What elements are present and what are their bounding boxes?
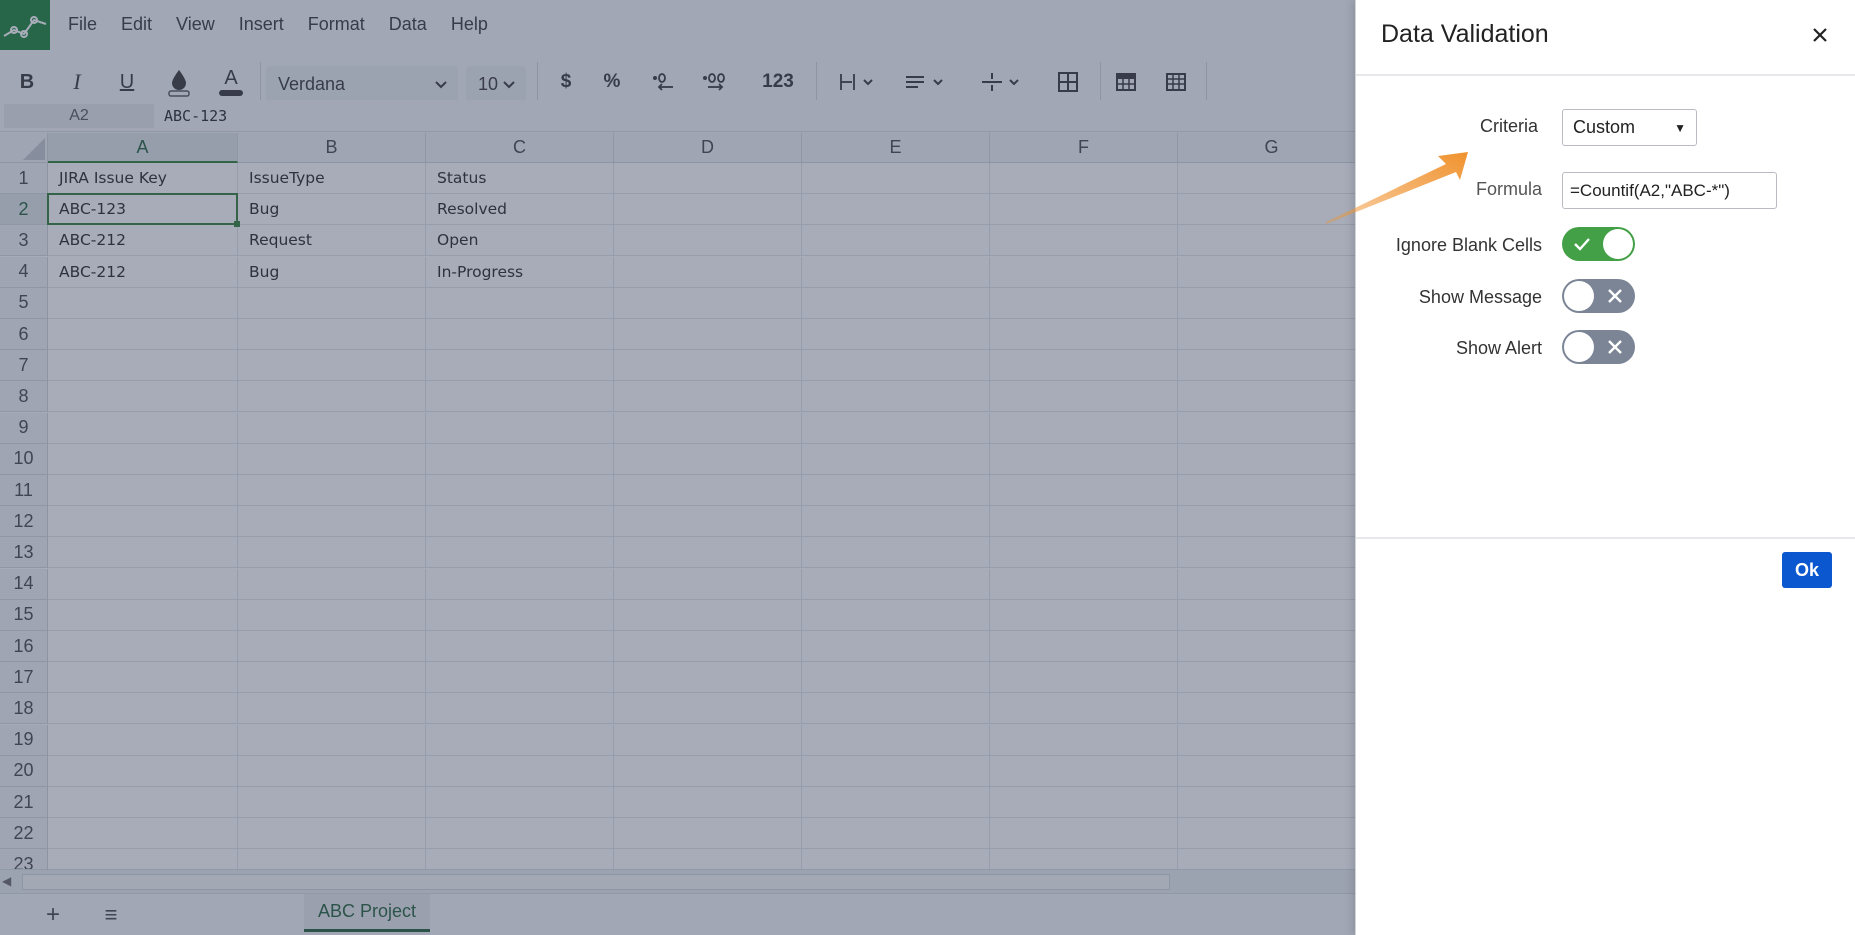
dialog-header-divider bbox=[1356, 74, 1855, 76]
close-icon[interactable] bbox=[1809, 24, 1831, 46]
formula-label: Formula bbox=[1475, 179, 1542, 199]
show-message-label: Show Message bbox=[1418, 287, 1542, 307]
toggle-knob bbox=[1564, 332, 1594, 362]
criteria-select[interactable]: Custom ▼ bbox=[1562, 109, 1697, 146]
dialog-footer-divider bbox=[1356, 537, 1855, 539]
criteria-value: Custom bbox=[1573, 117, 1636, 137]
show-alert-toggle[interactable] bbox=[1562, 330, 1635, 364]
check-icon bbox=[1574, 238, 1590, 251]
ignore-blank-label: Ignore Blank Cells bbox=[1395, 235, 1542, 255]
formula-field[interactable]: =Countif(A2,"ABC-*") bbox=[1562, 172, 1777, 209]
data-validation-dialog: Data Validation Criteria Custom ▼ Formul… bbox=[1355, 0, 1855, 935]
dropdown-arrow-icon: ▼ bbox=[1674, 121, 1686, 135]
dialog-title: Data Validation bbox=[1381, 20, 1549, 48]
modal-overlay[interactable] bbox=[0, 0, 1355, 935]
cross-icon bbox=[1608, 289, 1622, 303]
toggle-knob bbox=[1603, 229, 1633, 259]
ignore-blank-toggle[interactable] bbox=[1562, 227, 1635, 261]
criteria-label: Criteria bbox=[1479, 116, 1538, 136]
cross-icon bbox=[1608, 340, 1622, 354]
spreadsheet-app: File Edit View Insert Format Data Help B… bbox=[0, 0, 1355, 935]
show-message-toggle[interactable] bbox=[1562, 279, 1635, 313]
show-alert-label: Show Alert bbox=[1455, 338, 1542, 358]
ok-button[interactable]: Ok bbox=[1782, 552, 1832, 588]
toggle-knob bbox=[1564, 281, 1594, 311]
